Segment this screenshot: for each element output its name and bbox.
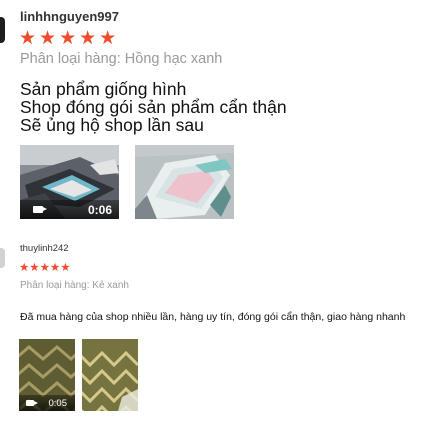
video-camera-icon <box>26 400 38 406</box>
reviewer-username: thuylinh242 <box>20 243 69 254</box>
review-comment: Đã mua hàng của shop nhiều lần, hàng uy … <box>20 311 406 323</box>
avatar[interactable] <box>0 248 5 268</box>
reviewer-username: linhhnguyen997 <box>20 9 119 24</box>
review-photo-image <box>135 145 234 219</box>
video-duration: 0:05 <box>48 397 68 409</box>
video-duration: 0:06 <box>87 202 112 217</box>
review-comment: Sản phẩm giống hình Shop đóng gói sản ph… <box>20 80 287 134</box>
review-photo[interactable] <box>135 145 234 219</box>
video-duration-badge: 0:05 <box>19 395 75 411</box>
star-rating: ★★★★★ <box>19 28 120 49</box>
review-video-thumbnail[interactable]: 0:05 <box>19 339 75 411</box>
review-photo[interactable] <box>82 339 138 411</box>
comment-line: Sẽ ủng hộ shop lần sau <box>20 115 204 135</box>
comment-line: Sản phẩm giống hình <box>20 79 187 99</box>
product-variation: Phân loại hàng: Hồng hạc xanh <box>20 51 223 67</box>
video-duration-badge: 0:06 <box>20 200 119 219</box>
avatar[interactable] <box>0 17 5 43</box>
review-video-thumbnail[interactable]: 0:06 <box>20 145 119 219</box>
video-camera-icon <box>33 206 47 213</box>
review-photo-image <box>82 339 138 411</box>
star-rating: ★★★★★ <box>19 262 71 274</box>
product-variation: Phân loại hàng: Kẻ xanh <box>20 280 129 291</box>
comment-line: Shop đóng gói sản phẩm cẩn thận <box>20 97 287 117</box>
